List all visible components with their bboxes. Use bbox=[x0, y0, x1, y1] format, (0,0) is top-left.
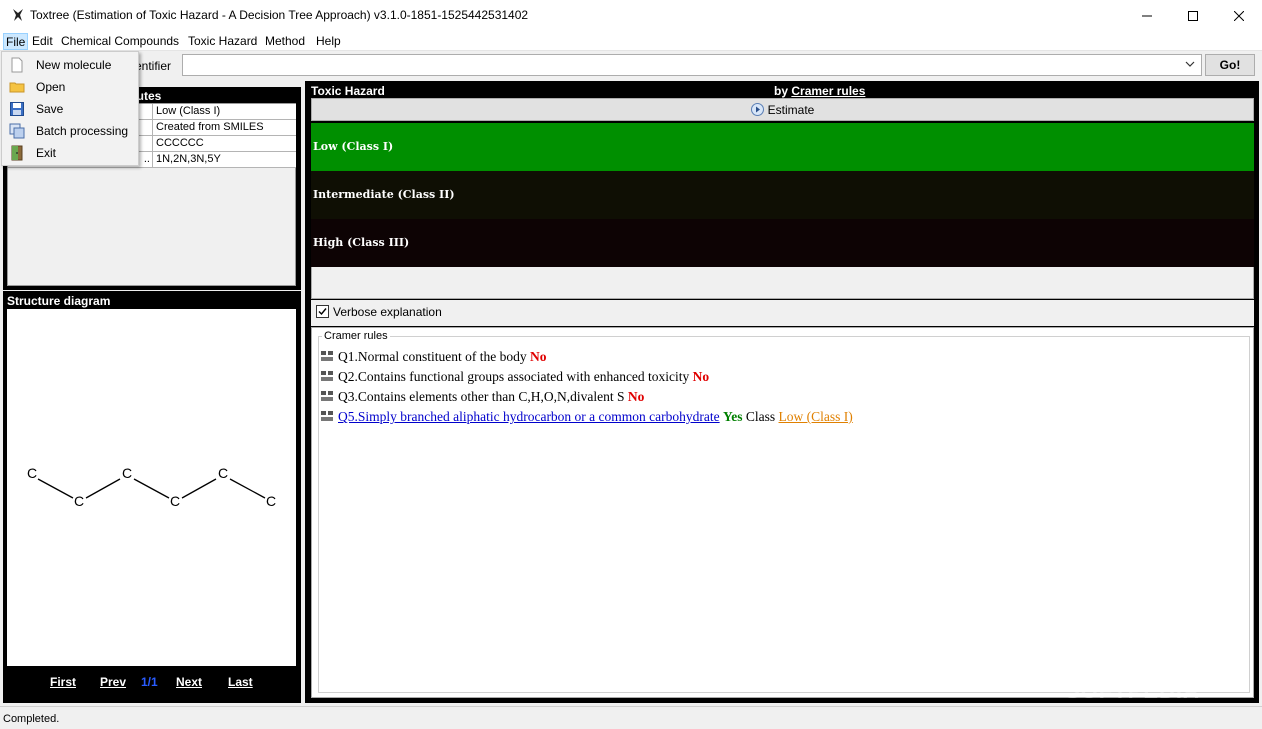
atom-label: C bbox=[74, 493, 84, 509]
menu-help[interactable]: Help bbox=[314, 33, 343, 50]
title-bar: Toxtree (Estimation of Toxic Hazard - A … bbox=[0, 0, 1262, 31]
class-result-link[interactable]: Low (Class I) bbox=[779, 409, 853, 424]
verbose-row: Verbose explanation bbox=[311, 300, 1254, 326]
attr-value: CCCCCC bbox=[156, 137, 204, 149]
menu-method[interactable]: Method bbox=[263, 33, 307, 50]
rules-explanation: Cramer rules Q1.Normal constituent of th… bbox=[311, 327, 1254, 698]
rule-item: Q3.Contains elements other than C,H,O,N,… bbox=[320, 389, 644, 405]
app-icon bbox=[13, 9, 23, 21]
rule-answer: No bbox=[529, 349, 547, 364]
minimize-button[interactable] bbox=[1124, 0, 1170, 31]
rule-answer: No bbox=[627, 389, 645, 404]
batch-icon bbox=[9, 123, 25, 139]
menu-item-new-molecule[interactable]: New molecule bbox=[3, 54, 137, 76]
minimize-icon bbox=[1142, 15, 1152, 16]
menu-item-label: Batch processing bbox=[36, 124, 129, 138]
close-icon bbox=[1234, 10, 1244, 21]
file-menu-dropdown: New molecule Open Save Batch processing … bbox=[1, 51, 139, 166]
rule-text: Q3.Contains elements other than C,H,O,N,… bbox=[338, 389, 625, 404]
menu-file[interactable]: File bbox=[3, 33, 29, 50]
menu-item-label: Open bbox=[36, 80, 66, 94]
attr-value: Created from SMILES bbox=[156, 121, 264, 133]
structure-title: Structure diagram bbox=[7, 294, 111, 308]
rule-text: Q1.Normal constituent of the body bbox=[338, 349, 527, 364]
atom-label: C bbox=[170, 493, 180, 509]
menu-item-save[interactable]: Save bbox=[3, 98, 137, 120]
class-spacer bbox=[311, 267, 1254, 299]
menu-item-batch-processing[interactable]: Batch processing bbox=[3, 120, 137, 142]
rule-item: Q5.Simply branched aliphatic hydrocarbon… bbox=[320, 409, 853, 425]
menu-item-label: Save bbox=[36, 102, 64, 116]
tree-node-icon bbox=[321, 351, 333, 361]
nav-next-link[interactable]: Next bbox=[176, 675, 202, 689]
verbose-label[interactable]: Verbose explanation bbox=[333, 305, 442, 319]
status-text: Completed. bbox=[3, 713, 60, 725]
rule-item: Q1.Normal constituent of the body No bbox=[320, 349, 546, 365]
hazard-title: Toxic Hazard bbox=[311, 84, 385, 98]
menu-edit[interactable]: Edit bbox=[30, 33, 55, 50]
new-file-icon bbox=[11, 57, 23, 73]
structure-canvas: C C C C C C bbox=[7, 309, 296, 666]
class-low-band: Low (Class I) bbox=[311, 123, 1254, 171]
menu-item-exit[interactable]: Exit bbox=[3, 142, 137, 164]
rules-legend: Cramer rules bbox=[322, 330, 390, 342]
close-button[interactable] bbox=[1216, 0, 1262, 31]
rule-link[interactable]: Q5.Simply branched aliphatic hydrocarbon… bbox=[338, 409, 720, 424]
verbose-checkbox[interactable] bbox=[316, 305, 329, 318]
maximize-button[interactable] bbox=[1170, 0, 1216, 31]
window-title: Toxtree (Estimation of Toxic Hazard - A … bbox=[30, 8, 529, 22]
estimate-label: Estimate bbox=[767, 102, 815, 117]
menu-chemical-compounds[interactable]: Chemical Compounds bbox=[59, 33, 181, 50]
menu-item-label: New molecule bbox=[36, 58, 112, 72]
nav-prev-link[interactable]: Prev bbox=[100, 675, 126, 689]
menu-bar: File Edit Chemical Compounds Toxic Hazar… bbox=[0, 31, 1262, 51]
atom-label: C bbox=[27, 465, 37, 481]
rule-answer: Yes bbox=[723, 409, 743, 424]
menu-toxic-hazard[interactable]: Toxic Hazard bbox=[186, 33, 259, 50]
nav-last-link[interactable]: Last bbox=[228, 675, 253, 689]
status-bar: Completed. bbox=[0, 706, 1262, 729]
estimate-button[interactable]: Estimate bbox=[311, 98, 1254, 121]
identifier-input[interactable] bbox=[182, 54, 1202, 76]
atom-label: C bbox=[122, 465, 132, 481]
watermark: SOFTPEDIA bbox=[1065, 678, 1200, 703]
folder-icon bbox=[9, 82, 25, 93]
atom-label: C bbox=[218, 465, 228, 481]
menu-item-label: Exit bbox=[36, 146, 57, 160]
tree-node-icon bbox=[321, 411, 333, 421]
tree-node-icon bbox=[321, 371, 333, 381]
rule-item: Q2.Contains functional groups associated… bbox=[320, 369, 709, 385]
attr-value: Low (Class I) bbox=[156, 105, 221, 117]
menu-item-open[interactable]: Open bbox=[3, 76, 137, 98]
attr-value: 1N,2N,3N,5Y bbox=[156, 153, 221, 165]
checkmark-icon bbox=[318, 308, 327, 316]
nav-first-link[interactable]: First bbox=[50, 675, 76, 689]
cramer-rules-link[interactable]: Cramer rules bbox=[791, 84, 865, 98]
method-label: by Cramer rules bbox=[774, 84, 865, 98]
class-prefix: Class bbox=[745, 409, 776, 424]
atom-label: C bbox=[266, 493, 276, 509]
tree-node-icon bbox=[321, 391, 333, 401]
class-intermediate-band: Intermediate (Class II) bbox=[311, 171, 1254, 219]
class-high-band: High (Class III) bbox=[311, 219, 1254, 267]
save-icon bbox=[10, 102, 24, 116]
chevron-down-icon[interactable] bbox=[1185, 59, 1195, 69]
identifier-label: entifier bbox=[135, 59, 172, 73]
exit-door-icon bbox=[11, 145, 23, 161]
maximize-icon bbox=[1188, 10, 1198, 21]
method-prefix: by bbox=[774, 84, 789, 98]
rule-text: Q2.Contains functional groups associated… bbox=[338, 369, 690, 384]
nav-page-indicator: 1/1 bbox=[141, 675, 158, 689]
molecule-diagram: C C C C C C bbox=[27, 465, 276, 509]
play-icon bbox=[750, 103, 764, 116]
go-button[interactable]: Go! bbox=[1205, 54, 1255, 76]
rule-answer: No bbox=[692, 369, 710, 384]
